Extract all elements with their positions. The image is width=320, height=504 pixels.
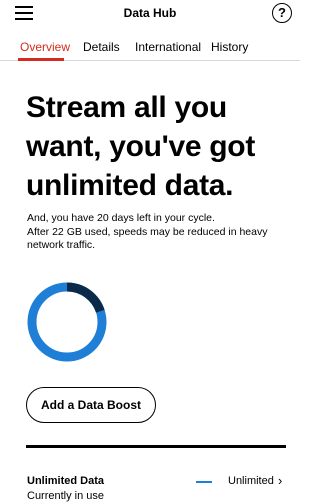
cycle-info: And, you have 20 days left in your cycle… xyxy=(27,212,297,253)
cycle-days-text: And, you have 20 days left in your cycle… xyxy=(27,212,215,224)
tab-details[interactable]: Details xyxy=(83,40,120,54)
active-tab-indicator xyxy=(18,58,64,61)
plan-value: Unlimited xyxy=(228,475,274,487)
chevron-right-icon[interactable]: › xyxy=(278,473,282,488)
plan-status: Currently in use xyxy=(27,490,105,502)
add-data-boost-button[interactable]: Add a Data Boost xyxy=(26,387,156,423)
plan-name: Unlimited Data xyxy=(27,475,105,487)
tab-international[interactable]: International xyxy=(135,40,201,54)
data-usage-gauge xyxy=(27,282,107,362)
app-header: Data Hub ? xyxy=(0,0,300,30)
speed-notice-text: After 22 GB used, speeds may be reduced … xyxy=(27,225,268,252)
headline: Stream all you want, you've got unlimite… xyxy=(26,91,256,202)
section-divider xyxy=(26,445,286,448)
page-title: Data Hub xyxy=(123,6,177,20)
tab-history[interactable]: History xyxy=(211,40,248,54)
tab-bar: Overview Details International History xyxy=(0,32,300,61)
help-icon[interactable]: ? xyxy=(272,3,292,23)
tab-overview[interactable]: Overview xyxy=(20,40,70,54)
plan-legend-swatch xyxy=(196,481,212,483)
